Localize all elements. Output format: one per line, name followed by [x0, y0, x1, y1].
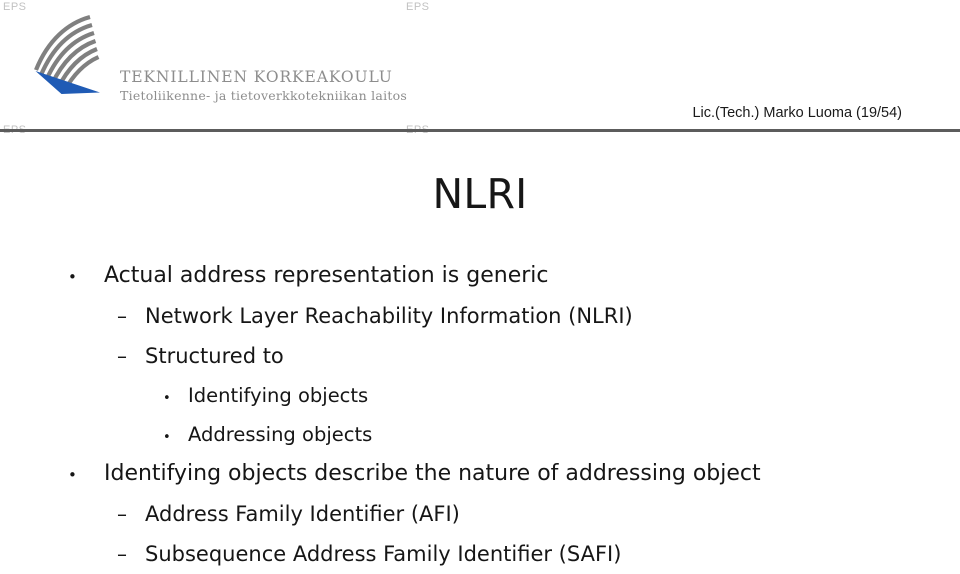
- page-title: NLRI: [432, 170, 528, 218]
- list-item: • Actual address representation is gener…: [0, 256, 960, 296]
- list-item-label: Identifying objects describe the nature …: [104, 461, 761, 486]
- department-name: Tietoliikenne- ja tietoverkkotekniikan l…: [120, 88, 408, 103]
- tkk-wing-logo-icon: [22, 14, 114, 106]
- list-item-label: Actual address representation is generic: [104, 263, 549, 288]
- list-item: – Subsequence Address Family Identifier …: [0, 534, 960, 574]
- logo-wordmark: TEKNILLINEN KORKEAKOULU Tietoliikenne- j…: [120, 68, 420, 104]
- institution-logo: TEKNILLINEN KORKEAKOULU Tietoliikenne- j…: [22, 14, 412, 120]
- bullet-marker-icon: •: [163, 430, 171, 445]
- list-item-label: Structured to: [145, 344, 284, 368]
- list-item-label: Identifying objects: [188, 384, 369, 407]
- list-item: – Network Layer Reachability Information…: [0, 296, 960, 336]
- slide-body: • Actual address representation is gener…: [0, 256, 960, 574]
- organization-name: TEKNILLINEN KORKEAKOULU: [120, 68, 393, 86]
- dash-marker-icon: –: [117, 304, 127, 328]
- list-item-label: Network Layer Reachability Information (…: [145, 304, 633, 328]
- bullet-marker-icon: •: [68, 466, 77, 484]
- header-divider: [0, 129, 960, 132]
- list-item-label: Subsequence Address Family Identifier (S…: [145, 542, 622, 566]
- slide-header: EPS EPS EPS EPS TEKNILLINEN KORKEAKOULU …: [0, 0, 960, 136]
- list-item: • Addressing objects: [0, 415, 960, 454]
- list-item: – Address Family Identifier (AFI): [0, 494, 960, 534]
- list-item: – Structured to: [0, 336, 960, 376]
- eps-placeholder-mark: EPS: [3, 1, 27, 13]
- list-item: • Identifying objects describe the natur…: [0, 454, 960, 494]
- bullet-marker-icon: •: [163, 391, 171, 406]
- list-item-label: Addressing objects: [188, 423, 373, 446]
- bullet-marker-icon: •: [68, 268, 77, 286]
- list-item: • Identifying objects: [0, 376, 960, 415]
- dash-marker-icon: –: [117, 344, 127, 368]
- dash-marker-icon: –: [117, 542, 127, 566]
- list-item-label: Address Family Identifier (AFI): [145, 502, 460, 526]
- dash-marker-icon: –: [117, 502, 127, 526]
- eps-placeholder-mark: EPS: [406, 1, 430, 13]
- presenter-label: Lic.(Tech.) Marko Luoma (19/54): [692, 105, 902, 121]
